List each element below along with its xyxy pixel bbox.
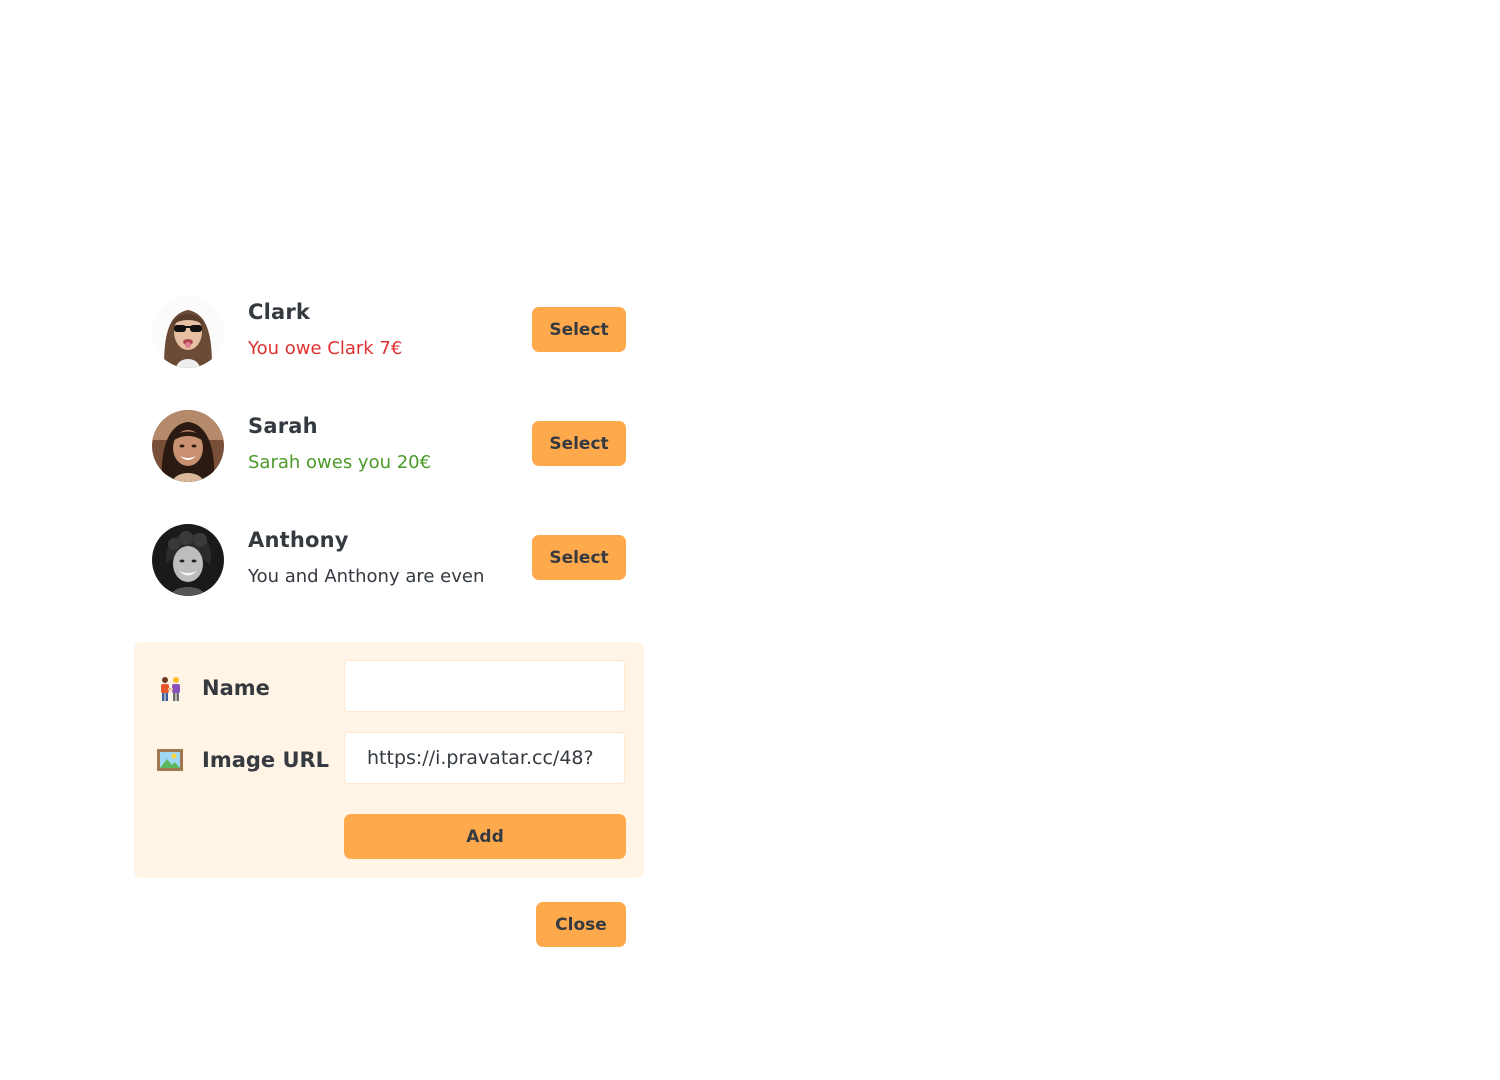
app: Clark You owe Clark 7€ Select Sarah Sara… bbox=[134, 278, 644, 947]
name-input[interactable] bbox=[344, 660, 625, 712]
friend-balance: You owe Clark 7€ bbox=[248, 338, 403, 359]
name-label: Name bbox=[202, 676, 270, 700]
framed-picture-icon bbox=[156, 746, 184, 774]
image-url-input[interactable] bbox=[344, 732, 625, 784]
friend-item-clark: Clark You owe Clark 7€ Select bbox=[134, 278, 644, 392]
friend-list: Clark You owe Clark 7€ Select Sarah Sara… bbox=[134, 278, 644, 620]
add-button[interactable]: Add bbox=[344, 814, 626, 859]
anthony-avatar bbox=[152, 524, 224, 596]
friend-balance: Sarah owes you 20€ bbox=[248, 452, 432, 473]
select-clark-button[interactable]: Select bbox=[532, 307, 626, 352]
select-sarah-button[interactable]: Select bbox=[532, 421, 626, 466]
select-anthony-button[interactable]: Select bbox=[532, 535, 626, 580]
friend-item-anthony: Anthony You and Anthony are even Select bbox=[134, 506, 644, 620]
add-friend-form: Name Image URL Add bbox=[134, 642, 644, 878]
clark-avatar bbox=[152, 296, 224, 368]
friend-name: Sarah bbox=[248, 414, 318, 438]
sarah-avatar bbox=[152, 410, 224, 482]
friend-name: Clark bbox=[248, 300, 311, 324]
image-url-label: Image URL bbox=[202, 748, 330, 772]
friend-item-sarah: Sarah Sarah owes you 20€ Select bbox=[134, 392, 644, 506]
people-holding-hands-icon bbox=[156, 675, 184, 703]
friend-balance: You and Anthony are even bbox=[248, 566, 485, 587]
close-button[interactable]: Close bbox=[536, 902, 626, 947]
friend-name: Anthony bbox=[248, 528, 349, 552]
